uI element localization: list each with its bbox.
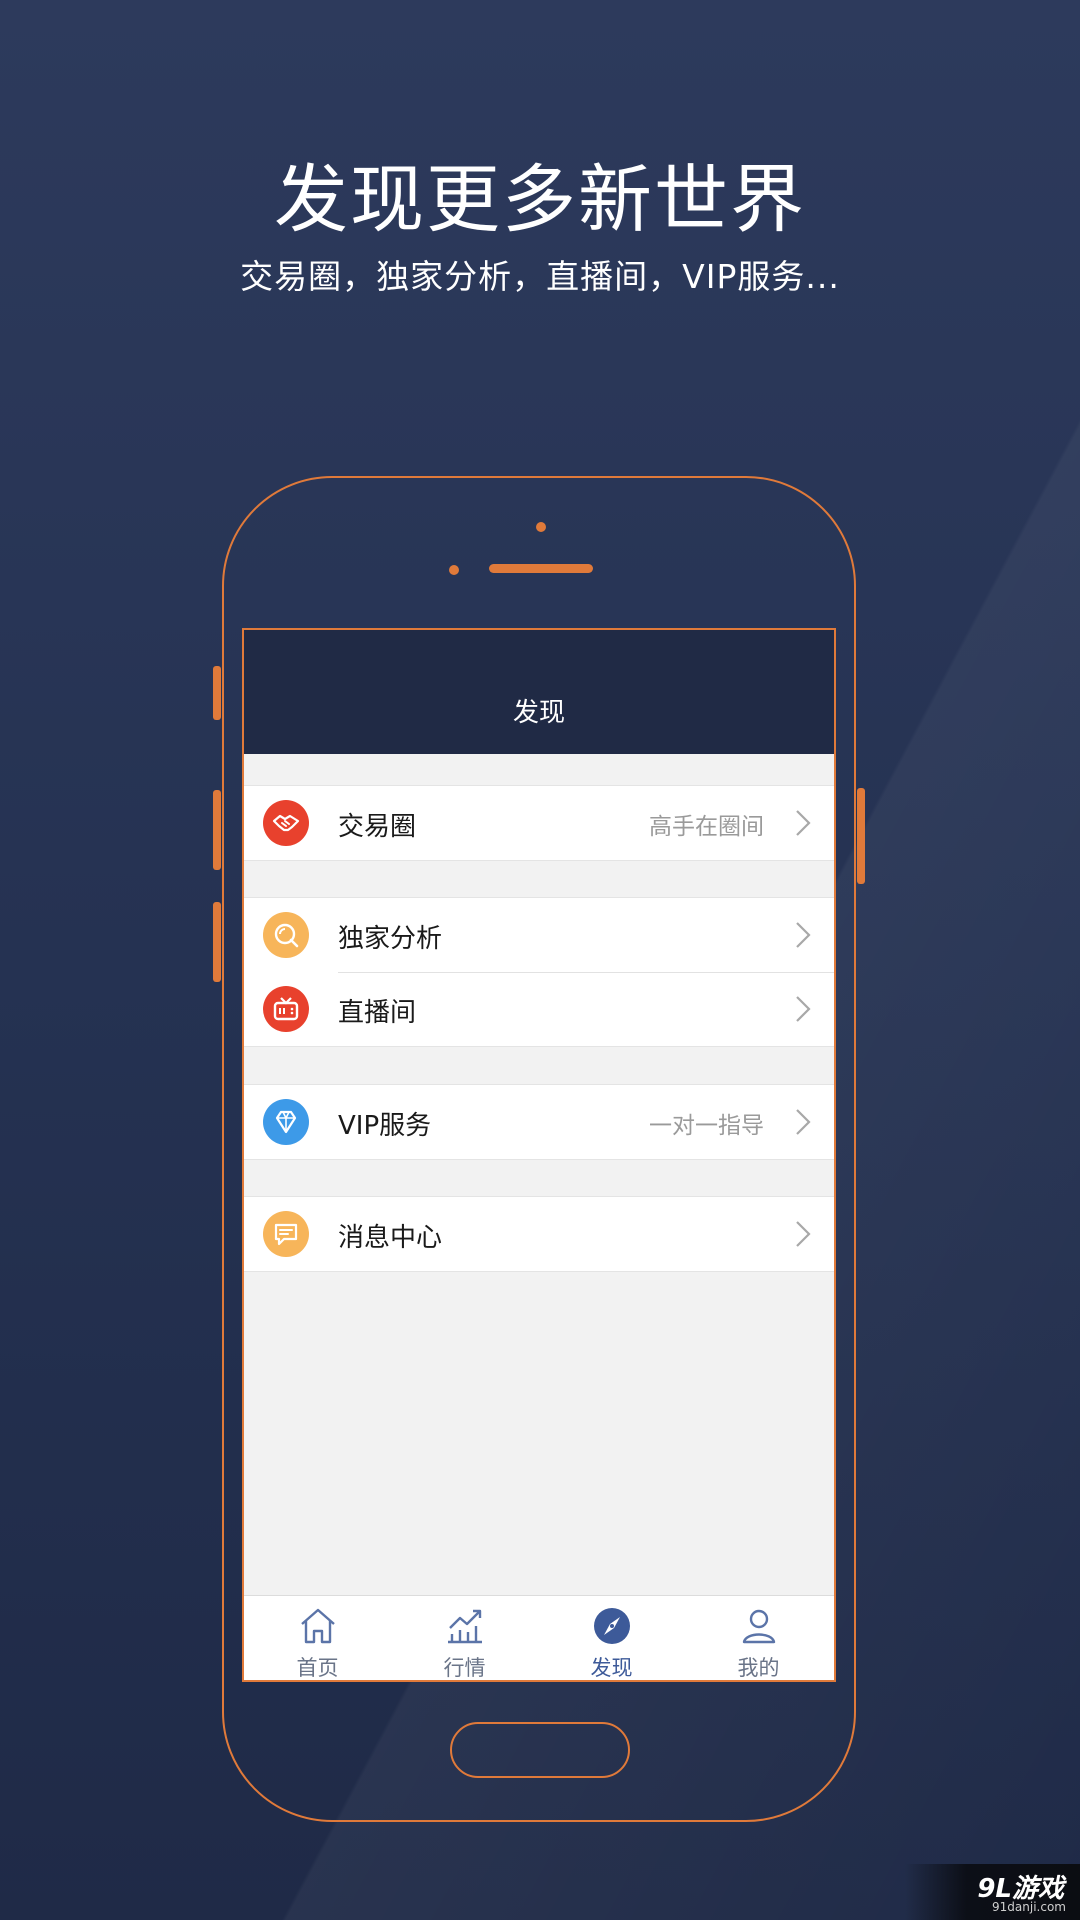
tab-label: 行情 bbox=[443, 1656, 486, 1680]
menu-item-hint: 高手在圈间 bbox=[649, 814, 764, 840]
menu-item-vip-service[interactable]: VIP服务 一对一指导 bbox=[244, 1085, 834, 1159]
tab-market[interactable]: 行情 bbox=[391, 1596, 538, 1680]
phone-power-button bbox=[857, 788, 865, 884]
menu-item-message-center[interactable]: 消息中心 bbox=[244, 1197, 834, 1271]
phone-speaker bbox=[489, 564, 593, 573]
tab-home[interactable]: 首页 bbox=[244, 1596, 391, 1680]
menu-group-analysis: 独家分析 直播间 bbox=[244, 897, 834, 1047]
menu-item-label: 交易圈 bbox=[338, 812, 417, 842]
chevron-right-icon bbox=[796, 996, 811, 1022]
chat-icon bbox=[263, 1211, 309, 1257]
diamond-icon bbox=[263, 1099, 309, 1145]
tab-label: 我的 bbox=[737, 1656, 780, 1680]
tab-bar: 首页 行情 发现 我的 bbox=[244, 1595, 834, 1680]
watermark-site: 91danji.com bbox=[992, 1900, 1066, 1914]
subheadline: 交易圈，独家分析，直播间，VIP服务... bbox=[240, 257, 840, 296]
menu-item-label: VIP服务 bbox=[338, 1111, 432, 1141]
menu-item-exclusive-analysis[interactable]: 独家分析 bbox=[244, 898, 834, 973]
nav-bar: 发现 bbox=[244, 630, 834, 754]
phone-home-button bbox=[450, 1722, 630, 1778]
menu-group-trading: 交易圈 高手在圈间 bbox=[244, 785, 834, 861]
menu-item-hint: 一对一指导 bbox=[649, 1113, 764, 1139]
phone-volume-up-button bbox=[213, 790, 221, 870]
tab-discover[interactable]: 发现 bbox=[538, 1596, 685, 1680]
phone-mute-switch bbox=[213, 666, 221, 720]
phone-screen: 发现 交易圈 高手在圈间 独家分析 直播间 VIP服务 一对一指导 消息中心 首… bbox=[242, 628, 836, 1682]
tv-icon bbox=[263, 986, 309, 1032]
phone-sensor bbox=[449, 565, 459, 575]
headline: 发现更多新世界 bbox=[274, 157, 806, 243]
menu-item-live-room[interactable]: 直播间 bbox=[244, 972, 834, 1046]
menu-item-trading-circle[interactable]: 交易圈 高手在圈间 bbox=[244, 786, 834, 860]
chevron-right-icon bbox=[796, 1221, 811, 1247]
handshake-icon bbox=[263, 800, 309, 846]
chevron-right-icon bbox=[796, 1109, 811, 1135]
tab-mine[interactable]: 我的 bbox=[685, 1596, 832, 1680]
menu-group-messages: 消息中心 bbox=[244, 1196, 834, 1272]
menu-group-vip: VIP服务 一对一指导 bbox=[244, 1084, 834, 1160]
magnifier-icon bbox=[263, 912, 309, 958]
chart-icon bbox=[448, 1609, 482, 1644]
compass-icon bbox=[594, 1608, 630, 1644]
menu-item-label: 直播间 bbox=[338, 998, 417, 1028]
chevron-right-icon bbox=[796, 810, 811, 836]
phone-camera bbox=[536, 522, 546, 532]
chevron-right-icon bbox=[796, 922, 811, 948]
user-icon bbox=[742, 1609, 776, 1644]
phone-volume-down-button bbox=[213, 902, 221, 982]
page-title: 发现 bbox=[512, 698, 565, 728]
watermark: 9L游戏 91danji.com bbox=[905, 1864, 1080, 1920]
menu-item-label: 独家分析 bbox=[338, 924, 443, 954]
tab-label: 发现 bbox=[590, 1656, 633, 1680]
home-icon bbox=[301, 1608, 335, 1644]
menu-item-label: 消息中心 bbox=[338, 1223, 443, 1253]
tab-label: 首页 bbox=[296, 1656, 339, 1680]
